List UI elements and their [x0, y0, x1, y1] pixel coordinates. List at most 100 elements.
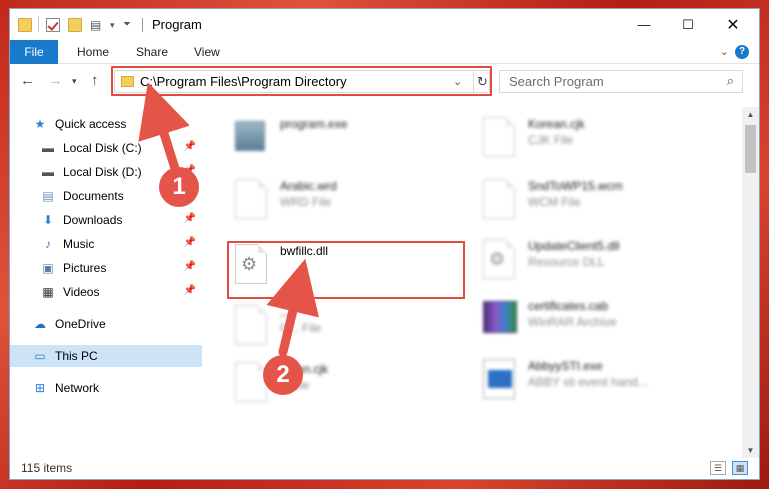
documents-icon: ▤ — [42, 189, 54, 203]
file-icon — [483, 117, 515, 157]
sidebar-item-label: Local Disk (D:) — [63, 165, 142, 179]
file-name: SndToWP15.wcm — [528, 179, 623, 193]
download-icon: ⬇ — [42, 213, 54, 227]
ribbon-tabs: File Home Share View ⌄ ? — [10, 40, 759, 64]
sidebar-item-quick-access[interactable]: ★ Quick access — [10, 113, 202, 135]
properties-icon[interactable] — [46, 18, 60, 32]
search-placeholder: Search Program — [509, 74, 604, 89]
forward-arrow-icon[interactable]: → — [48, 72, 63, 89]
back-arrow-icon[interactable]: ← — [20, 72, 35, 89]
expand-ribbon-icon[interactable]: ⌄ — [720, 45, 729, 58]
file-item-updateclient5[interactable]: UpdateClient5.dll Resource DLL — [483, 237, 723, 283]
sidebar-item-label: This PC — [55, 349, 98, 363]
customize-toolbar-icon[interactable]: ▤ — [90, 18, 104, 32]
file-icon — [235, 362, 267, 402]
file-item-program-exe[interactable]: program.exe — [235, 115, 475, 161]
minimize-button[interactable]: — — [621, 9, 667, 40]
file-name: ...k — [280, 305, 297, 319]
up-arrow-icon[interactable]: ↑ — [91, 72, 99, 89]
pictures-icon: ▣ — [42, 261, 54, 275]
explorer-window: ▤ ▾ ⏷ Program — ☐ ✕ File Home Share View… — [9, 8, 760, 480]
file-icon — [235, 305, 267, 345]
file-item-korean-cjk-2[interactable]: Korean.cjk CJK File — [483, 115, 723, 161]
sidebar-item-videos[interactable]: ▦ Videos 📌 — [10, 281, 202, 303]
divider — [38, 16, 39, 32]
search-icon[interactable]: ⌕ — [727, 73, 734, 89]
sidebar-item-label: Pictures — [63, 261, 107, 275]
file-item-cjk[interactable]: ...k C... File — [235, 303, 475, 349]
sidebar-item-label: Videos — [63, 285, 100, 299]
vertical-scrollbar[interactable]: ▲ ▼ — [742, 107, 759, 459]
tab-view[interactable]: View — [194, 40, 220, 64]
recent-locations-icon[interactable]: ▾ — [72, 76, 77, 87]
qat-menu-icon[interactable]: ⏷ — [123, 18, 137, 32]
sidebar-item-music[interactable]: ♪ Music 📌 — [10, 233, 202, 255]
file-icon — [235, 179, 267, 219]
scrollbar-thumb[interactable] — [745, 125, 756, 173]
pin-icon[interactable]: 📌 — [184, 141, 196, 152]
sidebar-item-local-disk-c[interactable]: ▬ Local Disk (C:) 📌 — [10, 137, 202, 159]
sidebar-item-onedrive[interactable]: ☁ OneDrive — [10, 313, 202, 335]
sidebar-item-label: Documents — [63, 189, 124, 203]
dll-icon — [483, 239, 515, 279]
status-bar: 115 items ☰ ▦ — [10, 458, 759, 479]
scroll-down-icon[interactable]: ▼ — [742, 443, 759, 459]
file-item-arabic-wrd[interactable]: Arabic.wrd WRD File — [235, 177, 475, 223]
file-type: ABBY sti event hand... — [528, 375, 648, 389]
divider — [142, 18, 143, 32]
file-highlight-box — [227, 241, 465, 299]
file-type: Resource DLL — [528, 255, 605, 269]
large-icons-view-icon[interactable]: ▦ — [732, 461, 748, 475]
scroll-up-icon[interactable]: ▲ — [742, 107, 759, 123]
file-type: CJK File — [528, 133, 574, 147]
file-item-abbyysti[interactable]: AbbyySTI.exe ABBY sti event hand... — [483, 357, 723, 403]
file-type: WinRAR Archive — [528, 315, 617, 329]
pin-icon[interactable]: 📌 — [184, 261, 196, 272]
sidebar-item-pictures[interactable]: ▣ Pictures 📌 — [10, 257, 202, 279]
search-input[interactable]: Search Program ⌕ — [499, 70, 743, 93]
navigation-pane: ★ Quick access ▬ Local Disk (C:) 📌 ▬ Loc… — [10, 107, 202, 457]
computer-icon: ▭ — [34, 349, 46, 363]
archive-icon — [483, 301, 517, 333]
tab-share[interactable]: Share — [136, 40, 168, 64]
pin-icon[interactable]: 📌 — [184, 285, 196, 296]
drive-icon: ▬ — [42, 141, 54, 155]
network-icon: ⊞ — [34, 381, 46, 395]
maximize-button[interactable]: ☐ — [665, 9, 711, 40]
pin-icon[interactable]: 📌 — [184, 237, 196, 248]
new-folder-icon[interactable] — [68, 18, 82, 32]
file-icon — [483, 179, 515, 219]
videos-icon: ▦ — [42, 285, 54, 299]
details-view-icon[interactable]: ☰ — [710, 461, 726, 475]
sidebar-item-this-pc[interactable]: ▭ This PC — [10, 345, 202, 367]
address-bar-row: ← → ▾ ↑ C:\Program Files\Program Directo… — [10, 65, 759, 97]
sidebar-item-label: Network — [55, 381, 100, 395]
file-type: WCM File — [528, 195, 581, 209]
folder-icon — [18, 18, 32, 32]
tab-file[interactable]: File — [10, 40, 58, 64]
music-icon: ♪ — [45, 237, 51, 251]
help-icon[interactable]: ? — [735, 45, 749, 59]
file-name: AbbyySTI.exe — [528, 359, 603, 373]
window-title: Program — [152, 17, 202, 32]
file-name: Arabic.wrd — [280, 179, 337, 193]
sidebar-item-label: OneDrive — [55, 317, 106, 331]
chevron-down-icon[interactable]: ▾ — [110, 18, 124, 32]
file-type: WRD File — [280, 195, 332, 209]
sidebar-item-label: Downloads — [63, 213, 123, 227]
pin-icon[interactable]: 📌 — [184, 213, 196, 224]
sidebar-item-network[interactable]: ⊞ Network — [10, 377, 202, 399]
tab-home[interactable]: Home — [77, 40, 109, 64]
file-type: C... File — [280, 321, 322, 335]
sidebar-item-label: Music — [63, 237, 95, 251]
file-item-sndtowp15[interactable]: SndToWP15.wcm WCM File — [483, 177, 723, 223]
address-highlight-box — [111, 66, 492, 96]
title-bar: ▤ ▾ ⏷ Program — ☐ ✕ — [10, 9, 759, 40]
file-item-certificates-cab[interactable]: certificates.cab WinRAR Archive — [483, 297, 723, 343]
file-name: certificates.cab — [528, 299, 609, 313]
sidebar-item-label: Local Disk (C:) — [63, 141, 142, 155]
drive-icon: ▬ — [42, 165, 54, 179]
sidebar-item-downloads[interactable]: ⬇ Downloads 📌 — [10, 209, 202, 231]
close-button[interactable]: ✕ — [710, 9, 756, 40]
file-list: program.exe Arabic.wrd WRD File bwfillc.… — [203, 107, 739, 459]
